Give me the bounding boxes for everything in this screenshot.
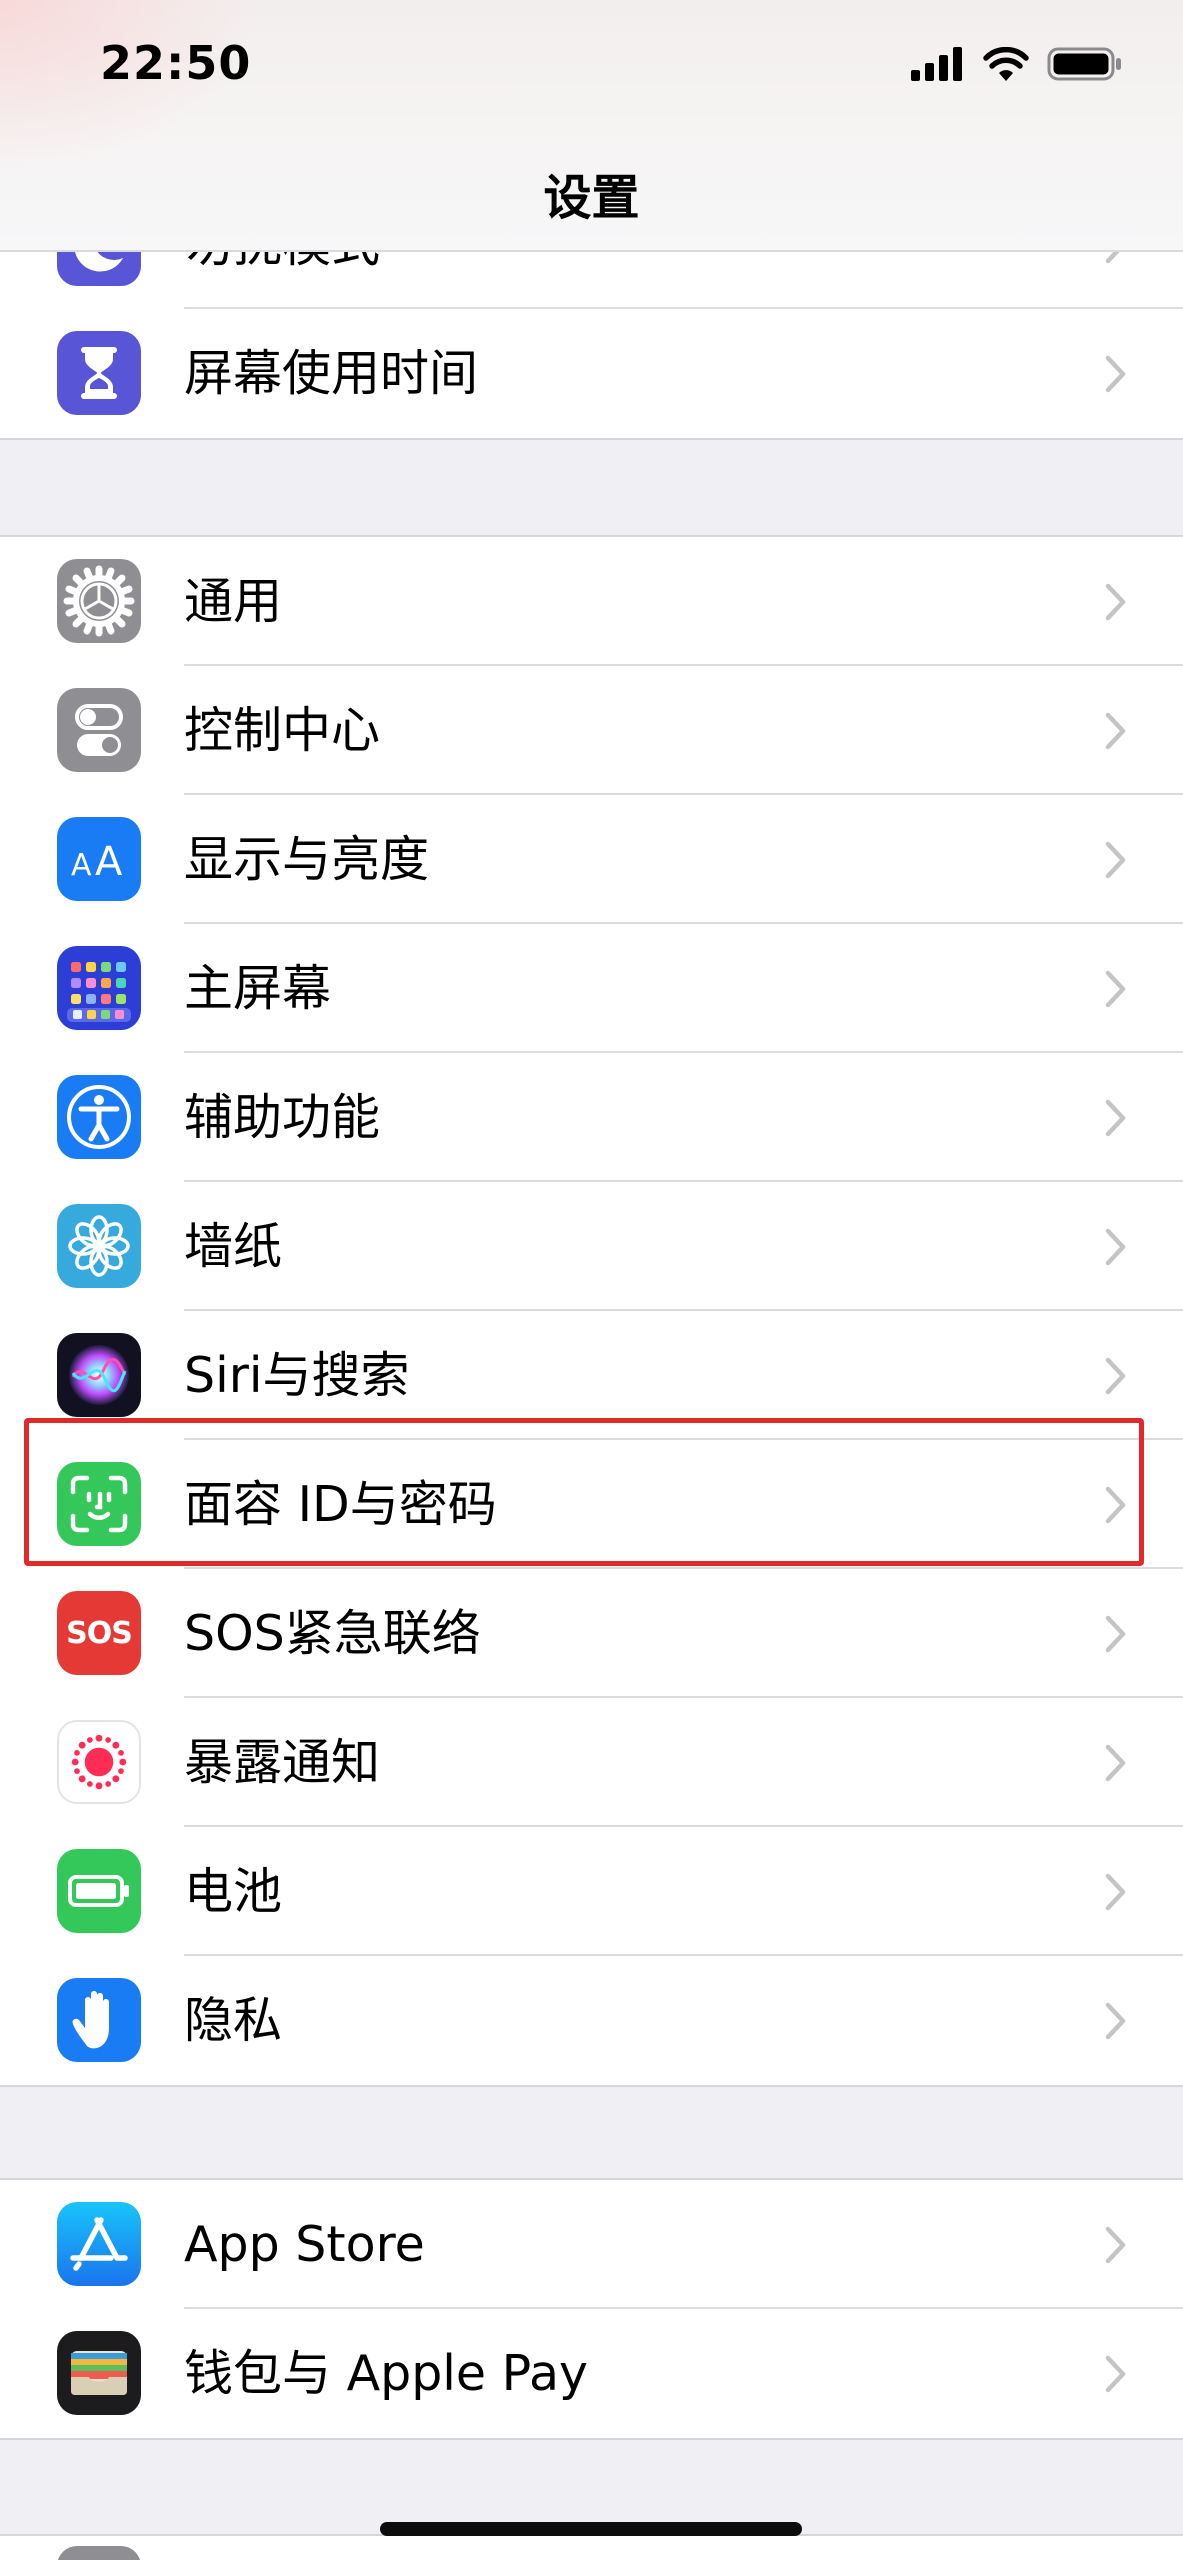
status-time: 22:50 <box>100 36 252 90</box>
chevron-right-icon <box>1105 355 1126 393</box>
chevron-right-icon <box>1105 1615 1126 1653</box>
settings-group-next <box>0 2534 1183 2560</box>
chevron-right-icon <box>1105 2226 1126 2264</box>
settings-item-wallet-apple-pay[interactable]: 钱包与 Apple Pay <box>0 2309 1183 2438</box>
chevron-right-icon <box>1105 841 1126 879</box>
hourglass-icon <box>57 331 141 415</box>
settings-item-label: App Store <box>184 2216 425 2273</box>
settings-item-battery[interactable]: 电池 <box>0 1827 1183 1956</box>
settings-item-control-center[interactable]: 控制中心 <box>0 666 1183 795</box>
chevron-right-icon <box>1105 1099 1126 1137</box>
settings-item-general[interactable]: 通用 <box>0 537 1183 666</box>
siri-icon <box>57 1333 141 1417</box>
battery-icon <box>1047 47 1121 81</box>
settings-item-app-store[interactable]: App Store <box>0 2180 1183 2309</box>
wifi-icon <box>983 47 1029 81</box>
settings-item-label: 主屏幕 <box>184 960 332 1017</box>
settings-item-accessibility[interactable]: 辅助功能 <box>0 1053 1183 1182</box>
partial-icon <box>57 2546 141 2560</box>
cellular-signal-icon <box>911 47 962 81</box>
settings-item-display-brightness[interactable]: A A 显示与亮度 <box>0 795 1183 924</box>
exposure-icon <box>57 1720 141 1804</box>
settings-item-label: 显示与亮度 <box>184 831 430 888</box>
settings-item-label: 控制中心 <box>184 702 381 759</box>
chevron-right-icon <box>1105 2355 1126 2393</box>
settings-item-privacy[interactable]: 隐私 <box>0 1956 1183 2085</box>
battery-icon <box>57 1849 141 1933</box>
settings-item-label: 墙纸 <box>184 1218 283 1275</box>
settings-item-emergency-sos[interactable]: SOS SOS紧急联络 <box>0 1569 1183 1698</box>
settings-item-wallpaper[interactable]: 墙纸 <box>0 1182 1183 1311</box>
chevron-right-icon <box>1105 583 1126 621</box>
home-grid-icon <box>57 946 141 1030</box>
chevron-right-icon <box>1105 712 1126 750</box>
home-indicator[interactable] <box>380 2522 802 2536</box>
hand-icon <box>57 1978 141 2062</box>
settings-item-label: 通用 <box>184 573 283 630</box>
settings-screen: 勿扰模式 屏幕使用时间 <box>0 0 1183 2560</box>
chevron-right-icon <box>1105 1744 1126 1782</box>
navigation-header: 22:50 设置 <box>0 0 1183 252</box>
chevron-right-icon <box>1105 970 1126 1008</box>
settings-item-label: 暴露通知 <box>184 1734 381 1791</box>
settings-item-label: 屏幕使用时间 <box>184 345 479 402</box>
settings-group-apps: App Store 钱包与 Apple Pay <box>0 2178 1183 2440</box>
wallet-icon <box>57 2331 141 2415</box>
highlight-box <box>24 1418 1144 1566</box>
chevron-right-icon <box>1105 1357 1126 1395</box>
settings-item-exposure-notifications[interactable]: 暴露通知 <box>0 1698 1183 1827</box>
toggles-icon <box>57 688 141 772</box>
sos-icon: SOS <box>57 1591 141 1675</box>
settings-item-label: 钱包与 Apple Pay <box>184 2345 589 2402</box>
flower-icon <box>57 1204 141 1288</box>
sos-icon-text: SOS <box>66 1615 133 1651</box>
settings-item-label: 电池 <box>184 1863 283 1920</box>
app-store-icon <box>57 2202 141 2286</box>
accessibility-icon <box>57 1075 141 1159</box>
svg-text:A: A <box>71 848 92 883</box>
chevron-right-icon <box>1105 1873 1126 1911</box>
page-title: 设置 <box>543 170 640 226</box>
settings-item-screen-time[interactable]: 屏幕使用时间 <box>0 309 1183 438</box>
settings-item-home-screen[interactable]: 主屏幕 <box>0 924 1183 1053</box>
chevron-right-icon <box>1105 2002 1126 2040</box>
gear-icon <box>57 559 141 643</box>
status-icons <box>911 44 1123 84</box>
settings-item-label: 辅助功能 <box>184 1089 381 1146</box>
chevron-right-icon <box>1105 1228 1126 1266</box>
svg-text:A: A <box>95 839 123 885</box>
text-size-icon: A A <box>57 817 141 901</box>
settings-item-label: 隐私 <box>184 1992 283 2049</box>
settings-group-system: 通用 控制中心 A A 显示与亮度 主屏幕 辅助功能 墙纸 Siri与搜索 面容… <box>0 535 1183 2087</box>
settings-item-label: SOS紧急联络 <box>184 1605 481 1662</box>
